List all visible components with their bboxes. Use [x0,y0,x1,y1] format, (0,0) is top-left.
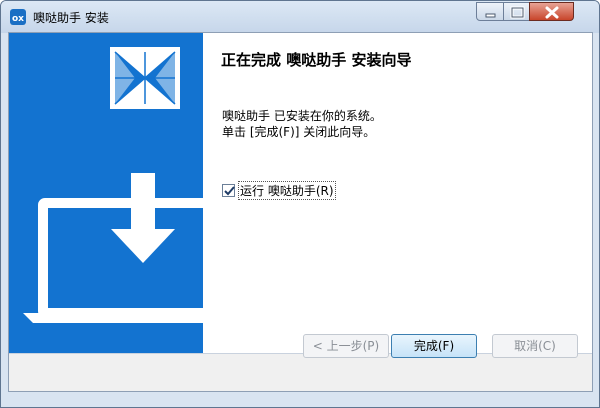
triangle-mosaic-logo [110,47,180,109]
svg-text:ox: ox [12,14,24,24]
page-title: 正在完成 噢哒助手 安装向导 [221,51,412,69]
cancel-button[interactable]: 取消(C) [492,334,578,358]
finish-instruction: 单击 [完成(F)] 关闭此向导。 [222,125,376,139]
app-logo-icon: ox [10,9,26,25]
installed-message: 噢哒助手 已安装在你的系统。 [222,109,382,123]
wizard-banner [9,33,203,353]
run-app-label[interactable]: 运行 噢哒助手(R) [238,180,336,200]
window-bottom-frame [1,392,599,407]
maximize-button[interactable] [503,2,530,21]
minimize-button[interactable] [476,2,504,21]
button-footer [9,353,592,391]
finish-button[interactable]: 完成(F) [391,334,477,358]
title-bar[interactable]: ox 噢哒助手 安装 [1,1,599,33]
laptop-download-illustration [23,173,203,323]
maximize-icon [510,6,525,19]
close-icon [545,6,559,19]
minimize-icon [485,13,496,18]
installer-window: ox 噢哒助手 安装 正在完成 噢哒助手 安装向导 噢哒助手 已安装在你的系统。… [0,0,600,408]
close-button[interactable] [529,2,574,21]
run-app-checkbox-row[interactable]: 运行 噢哒助手(R) [222,180,336,200]
checkmark-icon [224,185,235,195]
window-title: 噢哒助手 安装 [33,11,109,25]
back-button[interactable]: < 上一步(P) [303,334,389,358]
run-app-checkbox[interactable] [222,183,235,197]
